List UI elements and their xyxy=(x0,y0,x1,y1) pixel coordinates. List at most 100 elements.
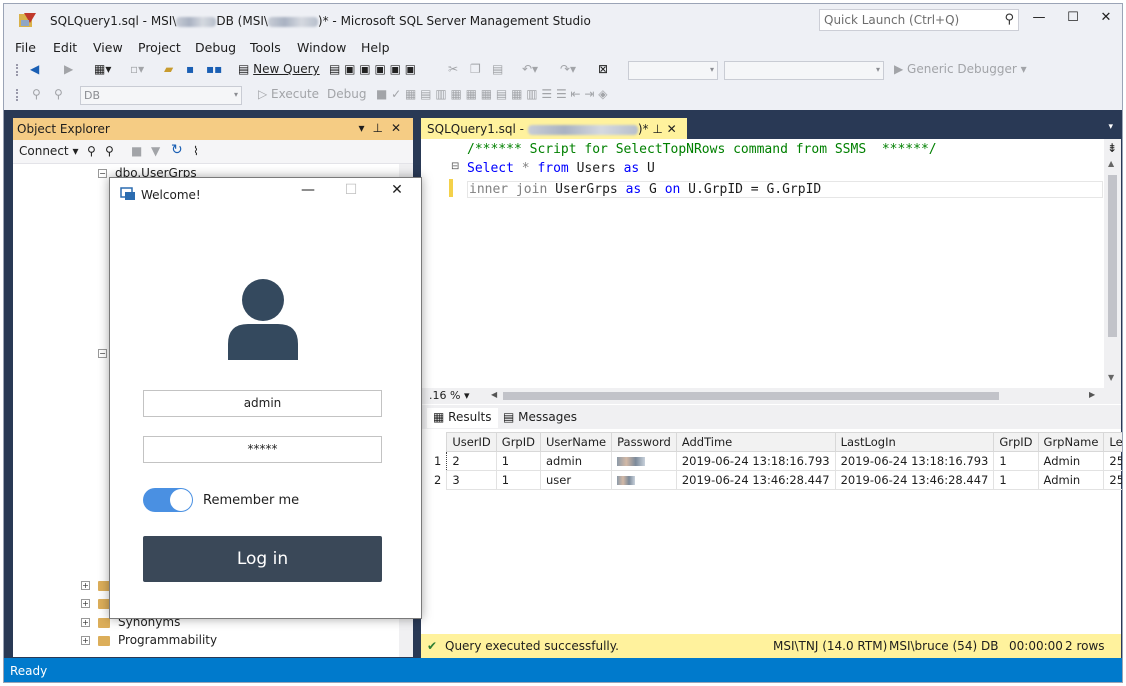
username-input[interactable]: admin xyxy=(143,390,382,417)
table-row[interactable]: 1 2 1 admin 2019-06-24 13:18:16.793 2019… xyxy=(429,451,1122,471)
table-cell[interactable]: Admin xyxy=(1037,470,1105,490)
maximize-button[interactable]: ☐ xyxy=(336,182,366,204)
menu-edit[interactable]: Edit xyxy=(53,40,77,55)
menu-window[interactable]: Window xyxy=(297,40,346,55)
tab-results[interactable]: ▦ Results xyxy=(427,408,498,428)
maximize-button[interactable]: ☐ xyxy=(1060,10,1086,30)
connect-icon[interactable]: ⚲ xyxy=(87,144,96,160)
table-cell-password[interactable] xyxy=(611,470,677,490)
menu-help[interactable]: Help xyxy=(361,40,390,55)
paste-icon[interactable]: ▤ xyxy=(492,62,503,78)
toolbar-grip[interactable] xyxy=(16,64,20,76)
tab-sqlquery1[interactable]: SQLQuery1.sql - )* ⊥ ✕ xyxy=(421,118,687,139)
solution-config-dropdown[interactable]: ▾ xyxy=(628,61,718,80)
editor-vertical-scrollbar[interactable]: ⇟ ▲ ▼ xyxy=(1104,139,1121,388)
panel-window-icons[interactable]: ▾⊥✕ xyxy=(358,121,409,135)
table-cell[interactable]: Admin xyxy=(1037,451,1105,471)
table-cell[interactable]: 2019-06-24 13:46:28.447 xyxy=(834,470,995,490)
login-button[interactable]: Log in xyxy=(143,536,382,582)
table-cell-password[interactable] xyxy=(611,451,677,471)
new-project-icon[interactable]: ▦▾ xyxy=(94,62,111,78)
close-button[interactable]: ✕ xyxy=(382,182,412,204)
row-number[interactable]: 2 xyxy=(429,470,447,490)
table-cell[interactable]: 2 xyxy=(446,451,497,471)
execute-button[interactable]: ▷ Execute xyxy=(258,87,319,103)
activity-monitor-icon[interactable]: ⌇ xyxy=(193,144,199,160)
debugger-dropdown[interactable]: ▶ Generic Debugger ▾ xyxy=(894,62,1027,78)
table-cell[interactable]: 255 xyxy=(1103,451,1122,471)
toolbar-grip[interactable] xyxy=(16,89,20,101)
connect-icon[interactable]: ⚲ xyxy=(32,87,41,103)
table-cell[interactable]: admin xyxy=(539,451,613,471)
row-number[interactable]: 1 xyxy=(429,451,447,471)
table-cell[interactable]: 2019-06-24 13:18:16.793 xyxy=(834,451,995,471)
menu-project[interactable]: Project xyxy=(138,40,181,55)
results-grid[interactable]: UserID GrpID UserName Password AddTime L… xyxy=(421,429,1122,634)
horizontal-scroll-thumb[interactable] xyxy=(503,392,999,400)
column-header[interactable]: Password xyxy=(611,432,677,452)
connect-dropdown[interactable]: Connect ▾ xyxy=(19,144,78,160)
table-cell[interactable]: 2019-06-24 13:18:16.793 xyxy=(675,451,836,471)
scroll-down-icon[interactable]: ▼ xyxy=(1108,373,1114,382)
minimize-button[interactable]: — xyxy=(1026,10,1052,30)
column-header[interactable]: GrpID xyxy=(993,432,1039,452)
refresh-icon[interactable]: ↻ xyxy=(171,142,183,158)
menu-debug[interactable]: Debug xyxy=(195,40,236,55)
scroll-up-icon[interactable]: ▲ xyxy=(1108,159,1114,168)
stop-icon[interactable]: ■ xyxy=(131,144,142,160)
menu-view[interactable]: View xyxy=(93,40,123,55)
scroll-right-icon[interactable]: ▶ xyxy=(1089,390,1095,399)
open-file-icon[interactable]: ▰ xyxy=(164,62,173,78)
add-item-icon[interactable]: ▫▾ xyxy=(130,62,144,78)
collapse-icon[interactable]: ⊟ xyxy=(451,161,459,172)
table-cell[interactable]: 1 xyxy=(993,470,1039,490)
cut-icon[interactable]: ✂ xyxy=(448,62,458,78)
table-cell[interactable]: 1 xyxy=(993,451,1039,471)
tab-list-dropdown-icon[interactable]: ▾ xyxy=(1108,122,1113,132)
copy-icon[interactable]: ❐ xyxy=(470,62,481,78)
change-connection-icon[interactable]: ⚲ xyxy=(54,87,63,103)
menu-file[interactable]: File xyxy=(15,40,36,55)
quick-launch-input[interactable]: Quick Launch (Ctrl+Q) ⚲ xyxy=(819,9,1019,31)
disconnect-icon[interactable]: ⚲ xyxy=(105,144,114,160)
platform-dropdown[interactable]: ▾ xyxy=(724,61,884,80)
column-header[interactable]: GrpName xyxy=(1037,432,1105,452)
tree-node-programmability[interactable]: + Programmability xyxy=(81,633,217,647)
column-header[interactable]: Level xyxy=(1103,432,1122,452)
remember-me-toggle[interactable] xyxy=(143,488,193,512)
table-cell[interactable]: 2019-06-24 13:46:28.447 xyxy=(675,470,836,490)
table-cell[interactable]: 1 xyxy=(495,451,541,471)
zoom-level-dropdown[interactable]: .16 % ▾ xyxy=(429,389,469,402)
query-type-icons[interactable]: ▤ ▣ ▣ ▣ ▣ ▣ xyxy=(329,62,416,78)
column-header[interactable]: GrpID xyxy=(495,432,541,452)
password-input[interactable]: ***** xyxy=(143,436,382,463)
back-icon[interactable]: ◀ xyxy=(30,62,39,78)
forward-icon[interactable]: ▶ xyxy=(64,62,73,78)
column-header[interactable]: UserName xyxy=(539,432,613,452)
undo-icon[interactable]: ↶▾ xyxy=(522,62,538,78)
scroll-left-icon[interactable]: ◀ xyxy=(491,390,497,399)
minimize-button[interactable]: — xyxy=(293,182,323,204)
table-cell[interactable]: 1 xyxy=(495,470,541,490)
cancel-query-icon[interactable]: ■ ✓ ▦ ▤ ▥ ▦ ▦ ▦ ▤ ▦ ▥ ☰ ☰ ⇤ ⇥ ◈ xyxy=(376,87,608,103)
table-row[interactable]: 2 3 1 user 2019-06-24 13:46:28.447 2019-… xyxy=(429,470,1122,490)
save-all-icon[interactable]: ▪▪ xyxy=(206,62,222,78)
new-query-button[interactable]: ▤ New Query xyxy=(238,62,320,78)
save-icon[interactable]: ▪ xyxy=(186,62,194,78)
database-dropdown[interactable]: DB ▾ xyxy=(80,86,242,105)
column-header[interactable]: UserID xyxy=(446,432,497,452)
table-cell[interactable]: user xyxy=(539,470,613,490)
menu-tools[interactable]: Tools xyxy=(250,40,281,55)
column-header[interactable]: LastLogIn xyxy=(834,432,995,452)
scroll-thumb[interactable] xyxy=(1108,175,1117,337)
debug-button[interactable]: Debug xyxy=(327,87,366,103)
redo-icon[interactable]: ↷▾ xyxy=(560,62,576,78)
filter-icon[interactable]: ▼ xyxy=(151,144,160,160)
code-editor[interactable]: ⊟ /****** Script for SelectTopNRows comm… xyxy=(421,139,1104,388)
table-cell[interactable]: 255 xyxy=(1103,470,1122,490)
solution-explorer-icon[interactable]: ⊠ xyxy=(598,62,608,78)
close-button[interactable]: ✕ xyxy=(1093,10,1119,30)
split-icon[interactable]: ⇟ xyxy=(1107,141,1117,155)
column-header[interactable]: AddTime xyxy=(675,432,836,452)
table-cell[interactable]: 3 xyxy=(446,470,497,490)
